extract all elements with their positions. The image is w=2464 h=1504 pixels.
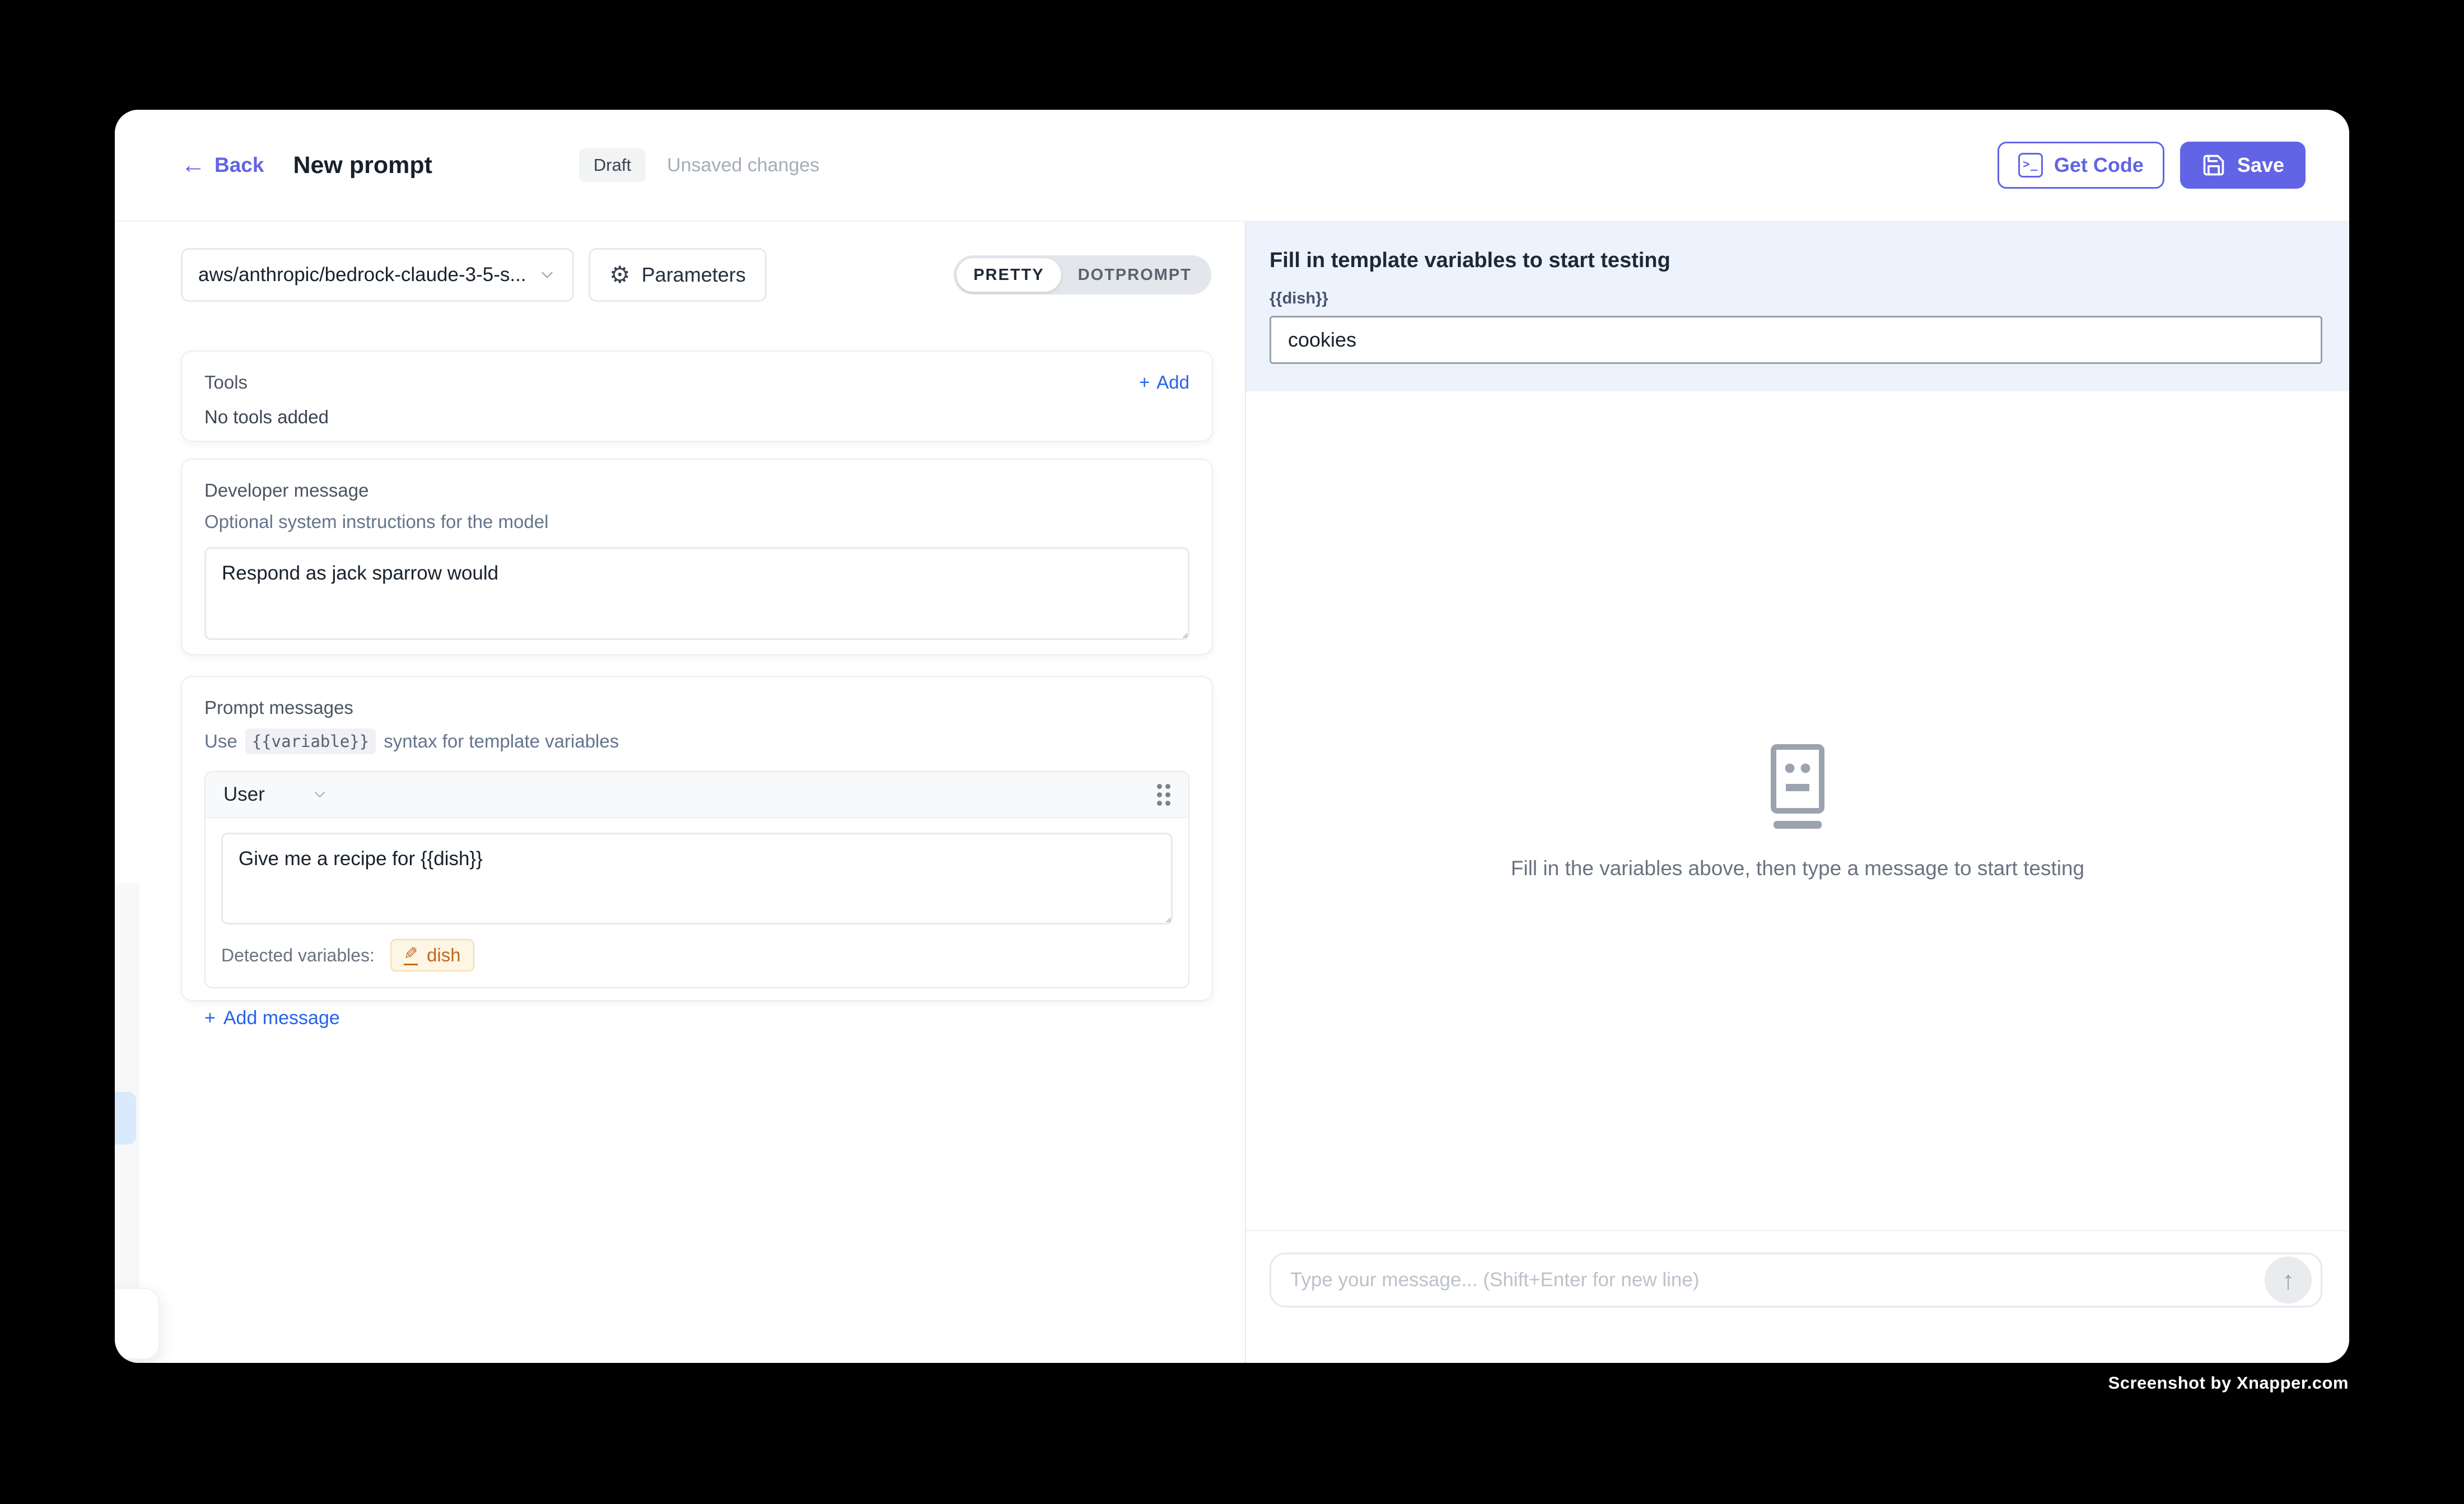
terminal-icon: >_	[2018, 153, 2043, 178]
app-window: ← Back New prompt Draft Unsaved changes …	[115, 110, 2349, 1363]
parameters-label: Parameters	[642, 263, 746, 287]
tools-card: Tools + Add No tools added	[181, 351, 1213, 442]
get-code-label: Get Code	[2054, 153, 2144, 177]
role-select[interactable]: User	[223, 783, 329, 806]
tools-title: Tools	[204, 372, 248, 393]
plus-icon: +	[1139, 372, 1150, 393]
developer-message-title: Developer message	[204, 480, 1189, 501]
chat-message-input[interactable]: Type your message... (Shift+Enter for ne…	[1270, 1253, 2322, 1307]
template-hint: Use {{variable}} syntax for template var…	[204, 728, 1189, 754]
save-label: Save	[2237, 153, 2284, 177]
header-bar: ← Back New prompt Draft Unsaved changes …	[115, 110, 2349, 222]
hint-prefix: Use	[204, 731, 237, 752]
variable-fill-title: Fill in template variables to start test…	[1270, 249, 2322, 273]
popover-fragment	[115, 1288, 160, 1360]
chat-bar: Type your message... (Shift+Enter for ne…	[1246, 1230, 2349, 1363]
prompt-messages-title: Prompt messages	[204, 697, 1189, 718]
message-body: Give me a recipe for {{dish}} Detected v…	[206, 833, 1188, 987]
variable-fill-section: Fill in template variables to start test…	[1246, 222, 2349, 391]
chevron-down-icon	[311, 786, 329, 804]
model-select[interactable]: aws/anthropic/bedrock-claude-3-5-s...	[181, 248, 574, 302]
get-code-button[interactable]: >_ Get Code	[1998, 142, 2164, 189]
developer-message-subtitle: Optional system instructions for the mod…	[204, 511, 1189, 533]
variable-chip-label: dish	[427, 945, 461, 966]
save-icon	[2201, 153, 2226, 178]
page-title: New prompt	[293, 152, 432, 179]
add-message-button[interactable]: + Add message	[204, 1007, 1189, 1029]
variable-value-input[interactable]	[1270, 316, 2322, 364]
message-textarea[interactable]: Give me a recipe for {{dish}}	[221, 833, 1173, 924]
add-message-label: Add message	[223, 1007, 340, 1029]
detected-variables-label: Detected variables:	[221, 945, 375, 966]
model-bar: aws/anthropic/bedrock-claude-3-5-s... ⚙ …	[181, 248, 1211, 302]
variable-syntax-chip: {{variable}}	[245, 728, 376, 754]
prompt-messages-card: Prompt messages Use {{variable}} syntax …	[181, 676, 1213, 1001]
gear-icon: ⚙	[609, 263, 631, 287]
watermark-text: Screenshot by Xnapper.com	[2108, 1373, 2349, 1393]
parameters-button[interactable]: ⚙ Parameters	[589, 248, 767, 302]
back-arrow-icon: ←	[181, 153, 206, 178]
send-arrow-icon: ↑	[2282, 1267, 2295, 1293]
sidebar-highlight-item	[115, 1092, 136, 1145]
toggle-dotprompt[interactable]: DOTPROMPT	[1061, 258, 1208, 292]
developer-message-card: Developer message Optional system instru…	[181, 459, 1213, 655]
role-select-value: User	[223, 783, 265, 806]
test-panel: Fill in template variables to start test…	[1245, 222, 2349, 1363]
developer-message-textarea[interactable]: Respond as jack sparrow would	[204, 547, 1189, 640]
view-mode-toggle: PRETTY DOTPROMPT	[954, 255, 1211, 295]
send-button[interactable]: ↑	[2265, 1257, 2312, 1304]
chevron-down-icon	[538, 265, 557, 284]
add-tool-label: Add	[1156, 372, 1189, 393]
variable-name-label: {{dish}}	[1270, 289, 2322, 308]
toggle-pretty[interactable]: PRETTY	[956, 258, 1061, 292]
pencil-icon: ✎	[404, 946, 418, 965]
status-badge: Draft	[579, 148, 646, 182]
empty-state: Fill in the variables above, then type a…	[1246, 742, 2349, 880]
chat-input-placeholder: Type your message... (Shift+Enter for ne…	[1290, 1269, 2265, 1291]
partial-sidebar	[115, 883, 139, 1288]
detected-variables-row: Detected variables: ✎ dish	[221, 939, 1173, 971]
hint-suffix: syntax for template variables	[384, 731, 619, 752]
add-tool-button[interactable]: + Add	[1139, 372, 1189, 393]
back-label: Back	[214, 153, 264, 177]
save-button[interactable]: Save	[2180, 142, 2306, 189]
variable-chip-dish[interactable]: ✎ dish	[390, 939, 474, 971]
message-block: User Give me a recipe for {{dish}} Detec…	[204, 771, 1189, 988]
plus-icon: +	[204, 1007, 216, 1029]
unsaved-changes-text: Unsaved changes	[667, 155, 819, 176]
tools-empty-text: No tools added	[204, 407, 1189, 428]
empty-state-text: Fill in the variables above, then type a…	[1511, 857, 2084, 880]
drag-handle-icon[interactable]	[1157, 784, 1170, 805]
model-select-value: aws/anthropic/bedrock-claude-3-5-s...	[198, 264, 538, 286]
robot-icon	[1763, 742, 1832, 834]
back-button[interactable]: ← Back	[181, 153, 264, 178]
message-header: User	[206, 772, 1188, 818]
